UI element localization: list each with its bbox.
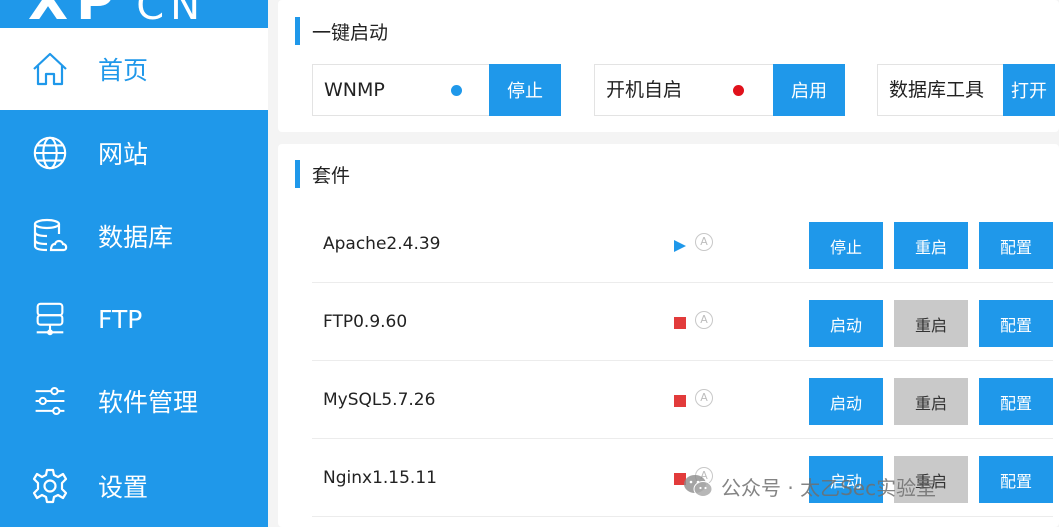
main-content: 一键启动 WNMP 停止 开机自启 启用 数据库工具 打开 套件 Apache2… bbox=[268, 0, 1059, 527]
watermark-text: 公众号 · 太乙Sec实验室 bbox=[721, 475, 937, 500]
service-name: Apache2.4.39 bbox=[323, 234, 441, 254]
sidebar-item-label: 设置 bbox=[98, 473, 149, 502]
status-running-icon bbox=[673, 238, 687, 252]
sidebar: XP CN 首页 网站 bbox=[0, 0, 268, 527]
quick-start-panel: 一键启动 WNMP 停止 开机自启 启用 数据库工具 打开 bbox=[278, 0, 1059, 132]
sliders-icon bbox=[30, 381, 70, 421]
section-title: 套件 bbox=[295, 160, 350, 188]
mysql-restart-button[interactable]: 重启 bbox=[894, 378, 968, 425]
db-tool-open-button[interactable]: 打开 bbox=[1003, 64, 1055, 116]
ftp-restart-button[interactable]: 重启 bbox=[894, 300, 968, 347]
title-accent-bar bbox=[295, 160, 300, 188]
wnmp-stop-button[interactable]: 停止 bbox=[489, 64, 561, 116]
mysql-start-button[interactable]: 启动 bbox=[809, 378, 883, 425]
quick-start-title: 一键启动 bbox=[312, 21, 389, 44]
quick-item-db-tool: 数据库工具 打开 bbox=[877, 64, 1055, 116]
suite-title: 套件 bbox=[312, 164, 351, 187]
sidebar-item-label: 数据库 bbox=[98, 223, 174, 252]
status-stopped-icon bbox=[673, 393, 687, 407]
mysql-config-button[interactable]: 配置 bbox=[979, 378, 1053, 425]
title-accent-bar bbox=[295, 17, 300, 45]
status-dot-running bbox=[451, 85, 462, 96]
logo-text: XP bbox=[28, 0, 122, 28]
apache-stop-button[interactable]: 停止 bbox=[809, 222, 883, 269]
service-name: Nginx1.15.11 bbox=[323, 468, 437, 488]
logo-suffix: CN bbox=[136, 0, 207, 28]
ftp-start-button[interactable]: 启动 bbox=[809, 300, 883, 347]
table-row: FTP0.9.60 A 启动 重启 配置 bbox=[312, 283, 1053, 361]
quick-item-label: 数据库工具 bbox=[889, 79, 985, 101]
autostart-badge[interactable]: A bbox=[695, 389, 713, 407]
ftp-server-icon bbox=[30, 299, 70, 339]
section-title: 一键启动 bbox=[295, 17, 388, 45]
sidebar-item-home[interactable]: 首页 bbox=[0, 28, 268, 110]
table-row: Apache2.4.39 A 停止 重启 配置 bbox=[312, 205, 1053, 283]
service-name: FTP0.9.60 bbox=[323, 312, 408, 332]
sidebar-item-label: 网站 bbox=[98, 140, 149, 169]
sidebar-item-label: 首页 bbox=[98, 56, 149, 85]
sidebar-item-settings[interactable]: 设置 bbox=[0, 445, 268, 527]
nginx-config-button[interactable]: 配置 bbox=[979, 456, 1053, 503]
quick-item-wnmp: WNMP 停止 bbox=[312, 64, 561, 116]
apache-restart-button[interactable]: 重启 bbox=[894, 222, 968, 269]
sidebar-item-database[interactable]: 数据库 bbox=[0, 195, 268, 277]
autostart-badge[interactable]: A bbox=[695, 311, 713, 329]
quick-item-label: 开机自启 bbox=[606, 79, 683, 101]
wechat-icon bbox=[683, 473, 713, 499]
globe-icon bbox=[30, 133, 70, 173]
table-row: MySQL5.7.26 A 启动 重启 配置 bbox=[312, 361, 1053, 439]
quick-item-label: WNMP bbox=[324, 79, 385, 101]
watermark: 公众号 · 太乙Sec实验室 bbox=[683, 470, 936, 502]
sidebar-item-label: FTP bbox=[98, 304, 143, 334]
apache-config-button[interactable]: 配置 bbox=[979, 222, 1053, 269]
database-icon bbox=[30, 216, 70, 256]
ftp-config-button[interactable]: 配置 bbox=[979, 300, 1053, 347]
service-name: MySQL5.7.26 bbox=[323, 390, 436, 410]
autostart-badge[interactable]: A bbox=[695, 233, 713, 251]
status-stopped-icon bbox=[673, 315, 687, 329]
suite-panel: 套件 Apache2.4.39 A 停止 重启 配置 FTP0.9.60 A 启… bbox=[278, 144, 1059, 527]
sidebar-item-software[interactable]: 软件管理 bbox=[0, 360, 268, 442]
home-icon bbox=[30, 49, 70, 89]
quick-item-autostart: 开机自启 启用 bbox=[594, 64, 845, 116]
gear-icon bbox=[30, 466, 70, 506]
app-logo: XP CN bbox=[0, 0, 268, 28]
sidebar-item-label: 软件管理 bbox=[98, 388, 199, 417]
autostart-enable-button[interactable]: 启用 bbox=[773, 64, 845, 116]
sidebar-item-website[interactable]: 网站 bbox=[0, 112, 268, 194]
sidebar-item-ftp[interactable]: FTP bbox=[0, 278, 268, 360]
status-dot-off bbox=[733, 85, 744, 96]
